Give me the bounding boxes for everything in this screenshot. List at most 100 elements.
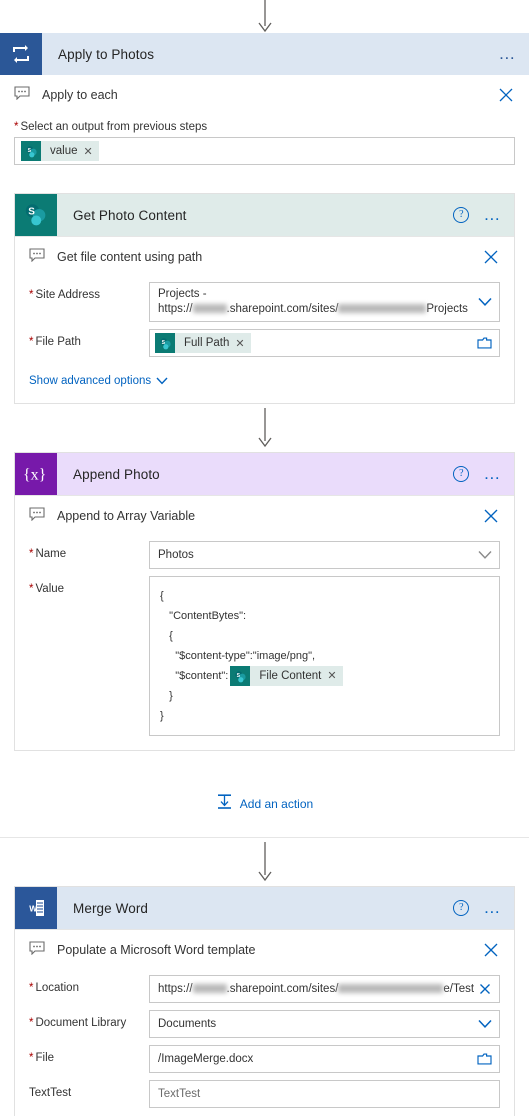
code-line: } xyxy=(160,690,173,702)
field-label-file-path: * File Path xyxy=(29,329,149,348)
code-line: "$content-type":"image/png", xyxy=(160,650,316,662)
step-card-append-photo[interactable]: {x} Append Photo ? … Append to Array Var… xyxy=(14,452,515,751)
more-options-icon[interactable]: … xyxy=(498,45,517,62)
folder-picker-icon[interactable] xyxy=(477,1053,492,1066)
step-header-merge-word[interactable]: W Merge Word ? … xyxy=(15,887,514,929)
step-header-actions: ? … xyxy=(453,194,502,236)
url-mid: .sharepoint.com/sites/ xyxy=(226,982,339,995)
token-remove-icon[interactable]: ✕ xyxy=(84,145,99,158)
token-chip-full-path[interactable]: S Full Path ✕ xyxy=(155,333,251,353)
code-line-with-token: "$content": S File Content ✕ xyxy=(160,666,489,686)
step-header-get-photo-content[interactable]: S Get Photo Content ? … xyxy=(15,194,514,236)
field-row-file-path: * File Path S Full Path ✕ xyxy=(29,329,500,357)
select-output-field[interactable]: S value ✕ xyxy=(14,137,515,165)
more-options-icon[interactable]: … xyxy=(483,206,502,223)
required-marker: * xyxy=(29,289,34,301)
file-value: /ImageMerge.docx xyxy=(158,1052,254,1065)
step-body-merge-word: Populate a Microsoft Word template * Loca… xyxy=(15,929,514,1116)
redaction-bar xyxy=(192,983,227,993)
url-prefix: https:// xyxy=(158,982,193,995)
more-options-icon[interactable]: … xyxy=(483,899,502,916)
step-header-actions: ? … xyxy=(453,453,502,495)
step-header-apply-to-photos[interactable]: Apply to Photos … xyxy=(0,33,529,75)
field-label-text: Name xyxy=(35,548,67,560)
document-library-dropdown[interactable]: Documents xyxy=(149,1010,500,1038)
clear-x-icon[interactable] xyxy=(478,982,492,996)
field-label-name: * Name xyxy=(29,541,149,560)
texttest-input[interactable]: TextTest xyxy=(149,1080,500,1108)
step-body-apply-to-photos: Apply to each * Select an output from pre… xyxy=(0,77,529,179)
action-subtitle-row: Apply to each xyxy=(14,77,515,113)
show-advanced-options-link[interactable]: Show advanced options xyxy=(29,375,168,387)
url-prefix: https:// xyxy=(158,303,193,315)
redaction-bar xyxy=(338,304,427,314)
field-row-document-library: * Document Library Documents xyxy=(29,1010,500,1038)
help-icon[interactable]: ? xyxy=(453,900,470,916)
file-path-field[interactable]: S Full Path ✕ xyxy=(149,329,500,357)
svg-text:W: W xyxy=(29,904,37,914)
token-remove-icon[interactable]: ✕ xyxy=(327,666,342,686)
flow-designer-canvas: Apply to Photos … Apply to each * Select… xyxy=(0,0,529,1116)
site-address-dropdown[interactable]: Projects - https:// .sharepoint.com/sites… xyxy=(149,282,500,322)
field-label-text: Value xyxy=(35,583,65,595)
field-row-file: * File /ImageMerge.docx xyxy=(29,1045,500,1073)
close-icon[interactable] xyxy=(482,248,500,266)
chevron-down-icon[interactable] xyxy=(478,297,492,307)
field-row-value: * Value { "ContentBytes": { "$content-typ… xyxy=(29,576,500,736)
step-card-get-photo-content[interactable]: S Get Photo Content ? … Get file content… xyxy=(14,193,515,404)
field-label-text: File Path xyxy=(35,336,81,348)
token-chip-label: value xyxy=(50,145,78,157)
action-subtitle: Apply to each xyxy=(42,88,118,102)
file-field[interactable]: /ImageMerge.docx xyxy=(149,1045,500,1073)
url-suffix: e/Test xyxy=(443,982,475,995)
sharepoint-icon: S xyxy=(155,333,175,353)
token-chip-value[interactable]: S value ✕ xyxy=(21,141,99,161)
token-chip-file-content[interactable]: S File Content ✕ xyxy=(230,666,343,686)
code-line: { xyxy=(160,590,164,602)
chevron-down-icon[interactable] xyxy=(478,1019,492,1029)
comment-bubble-icon xyxy=(29,940,47,960)
close-icon[interactable] xyxy=(482,941,500,959)
connector-arrow-top xyxy=(0,0,529,33)
field-label-text: Site Address xyxy=(35,289,101,301)
more-options-icon[interactable]: … xyxy=(483,465,502,482)
required-marker: * xyxy=(29,548,34,560)
divider xyxy=(15,236,514,237)
variable-name-value: Photos xyxy=(158,548,194,561)
chevron-down-icon[interactable] xyxy=(478,551,492,560)
variable-name-dropdown[interactable]: Photos xyxy=(149,541,500,569)
step-card-apply-to-photos[interactable]: Apply to Photos … Apply to each * Select… xyxy=(0,33,529,179)
field-label-text: Select an output from previous steps xyxy=(20,121,208,133)
step-card-merge-word[interactable]: W Merge Word ? … Populate a Microsoft Wo… xyxy=(14,886,515,1116)
field-label-text: Location xyxy=(35,982,79,994)
location-field[interactable]: https:// .sharepoint.com/sites/e/Test xyxy=(149,975,500,1003)
step-header-append-photo[interactable]: {x} Append Photo ? … xyxy=(15,453,514,495)
token-remove-icon[interactable]: ✕ xyxy=(235,337,250,350)
code-line: { xyxy=(160,630,173,642)
help-icon[interactable]: ? xyxy=(453,207,470,223)
field-row-site-address: * Site Address Projects - https:// .sharep… xyxy=(29,282,500,322)
advanced-options-row: Show advanced options xyxy=(29,371,500,389)
help-icon[interactable]: ? xyxy=(453,466,470,482)
close-icon[interactable] xyxy=(482,507,500,525)
code-line-text: "$content": xyxy=(160,670,229,682)
required-marker: * xyxy=(29,1052,34,1064)
step-title: Merge Word xyxy=(73,900,149,916)
folder-picker-icon[interactable] xyxy=(477,337,492,350)
field-row-name: * Name Photos xyxy=(29,541,500,569)
field-label-value: * Value xyxy=(29,576,149,595)
texttest-value: TextTest xyxy=(158,1087,201,1100)
step-title: Apply to Photos xyxy=(58,46,155,62)
close-icon[interactable] xyxy=(497,86,515,104)
comment-bubble-icon xyxy=(29,247,47,267)
action-subtitle-row: Get file content using path xyxy=(29,239,500,275)
redaction-bar xyxy=(192,304,227,314)
add-action-icon xyxy=(216,793,233,815)
connector-arrow-2 xyxy=(0,838,529,886)
add-an-action-button[interactable]: Add an action xyxy=(0,793,529,815)
field-label-file: * File xyxy=(29,1045,149,1064)
show-advanced-options-label: Show advanced options xyxy=(29,375,152,387)
action-subtitle-row: Append to Array Variable xyxy=(29,498,500,534)
variable-value-editor[interactable]: { "ContentBytes": { "$content-type":"ima… xyxy=(149,576,500,736)
